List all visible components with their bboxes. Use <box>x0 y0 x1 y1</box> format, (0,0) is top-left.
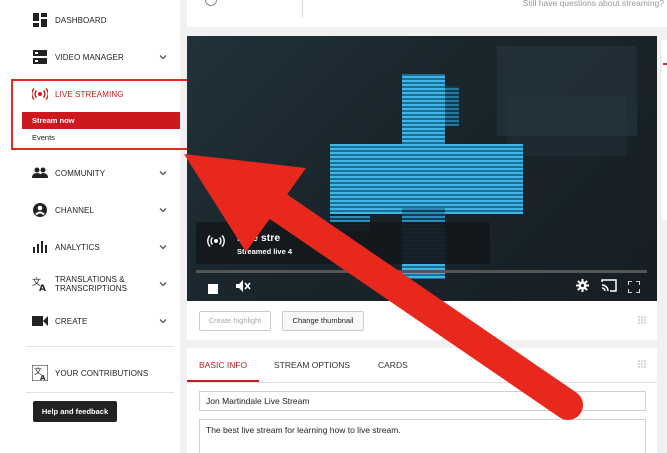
streaming-help-text[interactable]: Still have questions about streaming? <box>523 0 664 8</box>
sidebar-item-translations[interactable]: 文A TRANSLATIONS & TRANSCRIPTIONS <box>0 269 180 299</box>
tab-stream-options[interactable]: STREAM OPTIONS <box>274 360 350 370</box>
sidebar-item-label: ANALYTICS <box>55 242 100 252</box>
tab-cards[interactable]: CARDS <box>378 360 408 370</box>
chevron-down-icon[interactable] <box>159 206 167 214</box>
sidebar-item-video-manager[interactable]: VIDEO MANAGER <box>0 42 180 72</box>
chevron-down-icon[interactable] <box>159 317 167 325</box>
sidebar-item-your-contributions[interactable]: 文A YOUR CONTRIBUTIONS <box>0 358 180 388</box>
stream-description-field[interactable]: The best live stream for learning how to… <box>199 419 646 453</box>
divider <box>26 346 174 347</box>
divider <box>26 392 174 393</box>
fullscreen-icon[interactable] <box>627 280 641 298</box>
stop-icon[interactable] <box>208 281 218 299</box>
drag-handle-icon[interactable] <box>637 315 647 325</box>
chevron-down-icon[interactable] <box>159 243 167 251</box>
svg-text:A: A <box>39 284 46 292</box>
divider <box>187 382 657 383</box>
cast-icon[interactable] <box>601 279 617 297</box>
side-panel-edge <box>662 40 667 220</box>
sidebar-item-label: CHANNEL <box>55 205 94 215</box>
sidebar-item-analytics[interactable]: ANALYTICS <box>0 232 180 262</box>
divider <box>302 0 303 18</box>
sidebar-item-community[interactable]: COMMUNITY <box>0 158 180 188</box>
sidebar-item-label: DASHBOARD <box>55 15 107 25</box>
stream-title: Live stre <box>237 232 281 244</box>
stream-info-overlay: Live stre Streamed live 4 <box>196 222 490 264</box>
gear-icon[interactable] <box>576 279 589 297</box>
help-and-feedback-button[interactable]: Help and feedback <box>33 401 117 422</box>
sidebar-item-label: COMMUNITY <box>55 168 106 178</box>
stream-subtitle: Streamed live 4 <box>237 247 293 256</box>
drag-handle-icon[interactable] <box>637 359 647 369</box>
sidebar-item-create[interactable]: CREATE <box>0 306 180 336</box>
person-icon <box>32 202 48 218</box>
chevron-down-icon[interactable] <box>159 53 167 61</box>
people-icon <box>32 165 48 181</box>
sidebar-item-label: YOUR CONTRIBUTIONS <box>55 368 149 378</box>
dashboard-icon <box>32 12 48 28</box>
change-thumbnail-button[interactable]: Change thumbnail <box>282 311 364 331</box>
sidebar: DASHBOARD VIDEO MANAGER LIVE STREAMING S… <box>0 0 180 453</box>
chevron-down-icon[interactable] <box>159 169 167 177</box>
stream-title-field[interactable]: Jon Martindale Live Stream <box>199 391 646 411</box>
sidebar-item-label: CREATE <box>55 316 88 326</box>
highlight-box <box>11 79 195 150</box>
create-highlight-button[interactable]: Create highlight <box>199 311 271 331</box>
sidebar-item-dashboard[interactable]: DASHBOARD <box>0 5 180 35</box>
translate-icon: 文A <box>32 365 48 381</box>
video-camera-icon <box>32 313 48 329</box>
bar-chart-icon <box>32 239 48 255</box>
mute-icon[interactable] <box>235 279 251 298</box>
sidebar-item-label: TRANSLATIONS & TRANSCRIPTIONS <box>55 275 128 293</box>
svg-text:A: A <box>40 374 46 381</box>
chevron-down-icon[interactable] <box>159 280 167 288</box>
sidebar-item-channel[interactable]: CHANNEL <box>0 195 180 225</box>
translate-icon: 文A <box>32 276 48 292</box>
progress-bar[interactable] <box>196 270 647 273</box>
video-manager-icon <box>32 49 48 65</box>
tab-basic-info[interactable]: BASIC INFO <box>199 360 247 370</box>
sidebar-item-label: VIDEO MANAGER <box>55 52 124 62</box>
live-broadcast-icon <box>207 235 225 250</box>
